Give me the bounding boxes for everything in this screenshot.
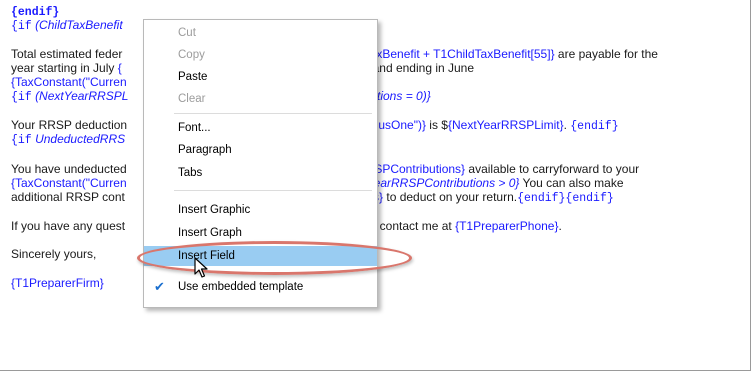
field-token: { — [117, 61, 122, 75]
body-text: Your RRSP deduction — [11, 118, 128, 132]
condition-expr: UndeductedRRS — [35, 132, 126, 146]
if-keyword: {if — [11, 91, 32, 104]
endif-token: {endif}{endif} — [517, 192, 614, 205]
body-text: additional RRSP cont — [11, 190, 125, 204]
firm-field-token: {T1PreparerFirm} — [11, 276, 104, 290]
menu-item-insert-graphic[interactable]: Insert Graphic — [144, 200, 377, 220]
body-text: You can also make — [519, 176, 624, 190]
endif-token: {endif} — [570, 120, 619, 133]
if-keyword: {if — [11, 134, 32, 147]
condition-expr: (ChildTaxBenefit — [35, 18, 123, 32]
annotation-highlight-oval — [137, 241, 412, 275]
menu-item-insert-graph[interactable]: Insert Graph — [144, 223, 377, 243]
field-token: {TaxConstant("Curren — [11, 75, 127, 89]
closing-text: Sincerely yours, — [11, 247, 97, 261]
field-token: {NextYearRRSPLimit} — [447, 118, 564, 132]
field-token: {TaxConstant("Curren — [11, 176, 127, 190]
body-text: and ending in June — [369, 61, 475, 75]
menu-separator — [174, 113, 372, 114]
menu-item-cut[interactable]: Cut — [144, 23, 377, 43]
body-text: year starting in July — [11, 61, 115, 75]
field-token: dTaxBenefit + T1ChildTaxBenefit[55]} — [357, 47, 555, 61]
body-text: Total estimated feder — [11, 47, 123, 61]
menu-item-clear[interactable]: Clear — [144, 89, 377, 109]
menu-item-font[interactable]: Font... — [144, 118, 377, 138]
checkmark-icon: ✔ — [154, 279, 165, 294]
condition-expr: (NextYearRRSPL — [35, 89, 129, 103]
menu-separator — [174, 190, 372, 191]
menu-item-use-embedded-template[interactable]: ✔ Use embedded template — [144, 277, 377, 297]
body-text: If you have any quest — [11, 219, 126, 233]
menu-item-tabs[interactable]: Tabs — [144, 163, 377, 183]
arrow-cursor-icon — [194, 257, 208, 278]
field-token: {T1PreparerPhone} — [455, 219, 559, 233]
menu-item-paste[interactable]: Paste — [144, 67, 377, 87]
menu-item-copy[interactable]: Copy — [144, 45, 377, 65]
menu-item-paragraph[interactable]: Paragraph — [144, 140, 377, 160]
condition-expr: xtYearRRSPContributions > 0} — [357, 176, 520, 190]
body-text: . — [558, 219, 562, 233]
body-text: is $ — [425, 118, 448, 132]
body-text: available to carryforward to your — [465, 162, 640, 176]
body-text: to deduct on your return. — [383, 190, 518, 204]
body-text: are payable for the — [554, 47, 658, 61]
if-keyword: {if — [11, 20, 32, 33]
body-text: You have undeducted — [11, 162, 127, 176]
